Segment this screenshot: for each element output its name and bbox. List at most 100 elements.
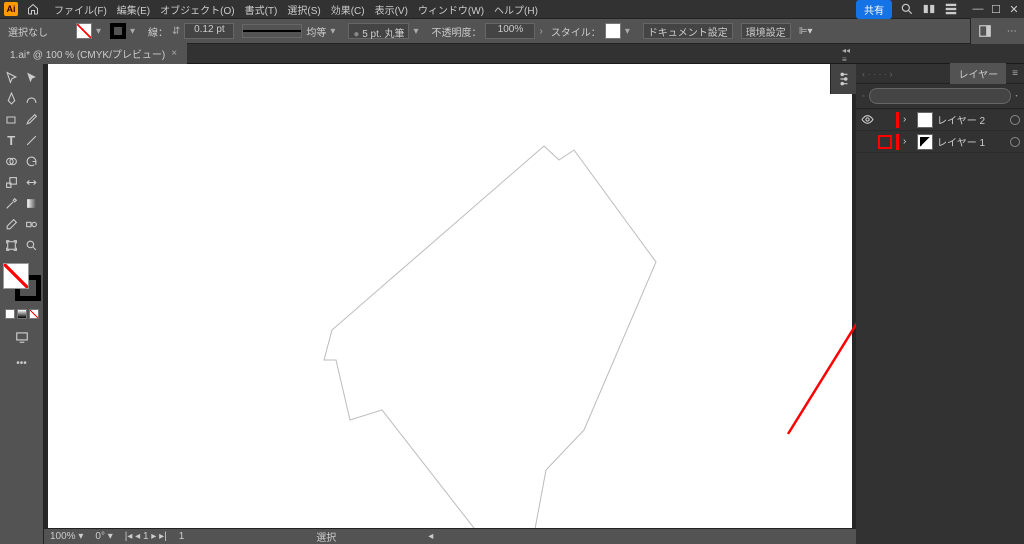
minimize-icon[interactable]: — [972, 3, 984, 15]
menu-type[interactable]: 書式(T) [245, 2, 278, 17]
menu-edit[interactable]: 編集(E) [117, 2, 150, 17]
menu-view[interactable]: 表示(V) [375, 2, 408, 17]
stepper-icon[interactable]: ⇵ [172, 26, 180, 37]
color-mode-none[interactable] [29, 309, 39, 319]
menu-effect[interactable]: 効果(C) [331, 2, 365, 17]
edit-toolbar-button[interactable]: ••• [5, 354, 39, 373]
color-mode-row [5, 309, 39, 319]
brush-select[interactable]: ● 5 pt. 丸筆 [348, 23, 409, 39]
target-icon[interactable] [1010, 115, 1020, 125]
paintbrush-tool[interactable] [23, 110, 42, 129]
color-mode-gradient[interactable] [17, 309, 27, 319]
fill-color-icon[interactable] [3, 263, 29, 289]
screen-mode-tool[interactable] [12, 327, 31, 346]
chevron-down-icon[interactable]: ▾ [330, 26, 340, 37]
chevron-down-icon[interactable]: ▾ [413, 26, 423, 37]
artboard-tool[interactable] [2, 236, 21, 255]
search-icon[interactable] [900, 2, 914, 16]
scale-tool[interactable] [2, 173, 21, 192]
rotate-value[interactable]: 0° ▾ [95, 531, 112, 542]
fill-swatch[interactable] [76, 23, 92, 39]
layer-thumbnail [917, 134, 933, 150]
workspace-icon[interactable] [944, 2, 958, 16]
window-controls: — ☐ ✕ [972, 3, 1020, 15]
chevron-right-icon[interactable]: › [539, 26, 542, 37]
curvature-tool[interactable] [23, 89, 42, 108]
lock-toggle[interactable] [878, 135, 892, 149]
tools-panel: T ••• [0, 64, 44, 544]
visibility-toggle-icon[interactable] [860, 135, 874, 149]
line-tool[interactable] [23, 131, 42, 150]
share-button[interactable]: 共有 [856, 0, 892, 19]
layers-tab[interactable]: レイヤー [950, 63, 1006, 84]
stroke-profile[interactable] [242, 24, 302, 38]
stroke-swatch[interactable] [110, 23, 126, 39]
zoom-level[interactable]: 100% ▾ [50, 531, 83, 542]
rectangle-tool[interactable] [2, 110, 21, 129]
layer-name[interactable]: レイヤー 1 [937, 134, 1006, 149]
gradient-tool[interactable] [23, 194, 42, 213]
scrollbar-left-icon[interactable]: ◂ [428, 531, 433, 542]
app-logo-icon: Ai [4, 2, 18, 16]
panel-menu-icon[interactable]: ≡ [1012, 68, 1018, 79]
chevron-down-icon[interactable]: ▾ [625, 26, 635, 37]
shape-builder-tool[interactable] [2, 152, 21, 171]
rotate-tool[interactable] [23, 152, 42, 171]
lock-toggle[interactable] [878, 113, 892, 127]
tab-close-icon[interactable]: × [171, 48, 177, 59]
current-tool-label: 選択 [316, 529, 336, 544]
canvas-area: 100% ▾ 0° ▾ |◂ ◂ 1 ▸ ▸| 1 選択 ◂ [44, 64, 856, 544]
preferences-button[interactable]: 環境設定 [741, 23, 791, 39]
stroke-weight-input[interactable]: 0.12 pt [184, 23, 234, 39]
eyedropper-tool[interactable] [2, 194, 21, 213]
filter-icon[interactable] [1015, 90, 1018, 102]
document-setup-button[interactable]: ドキュメント設定 [643, 23, 733, 39]
selection-tool[interactable] [2, 68, 21, 87]
artboard-nav[interactable]: |◂ ◂ 1 ▸ ▸| [125, 531, 167, 542]
menu-object[interactable]: オブジェクト(O) [160, 2, 234, 17]
style-swatch[interactable] [605, 23, 621, 39]
blend-tool[interactable] [23, 215, 42, 234]
direct-selection-tool[interactable] [23, 68, 42, 87]
more-icon[interactable]: ⋯ [1007, 26, 1017, 37]
zoom-tool[interactable] [23, 236, 42, 255]
visibility-toggle-icon[interactable] [860, 113, 874, 127]
menu-select[interactable]: 選択(S) [287, 2, 320, 17]
align-icon[interactable]: ⊫▾ [799, 26, 813, 37]
opacity-input[interactable]: 100% [485, 23, 535, 39]
panel-collapse-icon[interactable]: ◂◂ ≡ [842, 48, 856, 62]
fill-stroke-control[interactable] [3, 263, 41, 301]
expand-icon[interactable]: › [903, 136, 913, 147]
chevron-down-icon[interactable]: ▾ [96, 26, 106, 37]
width-tool[interactable] [23, 173, 42, 192]
type-tool[interactable]: T [2, 131, 21, 150]
arrange-icon[interactable] [922, 2, 936, 16]
close-icon[interactable]: ✕ [1008, 3, 1020, 15]
home-icon[interactable] [26, 2, 40, 16]
layer-row[interactable]: › レイヤー 2 [856, 109, 1024, 131]
properties-panel-icon[interactable] [835, 70, 853, 88]
pen-tool[interactable] [2, 89, 21, 108]
target-icon[interactable] [1010, 137, 1020, 147]
chevron-down-icon[interactable]: ▾ [130, 26, 140, 37]
menu-file[interactable]: ファイル(F) [54, 2, 107, 17]
menu-help[interactable]: ヘルプ(H) [494, 2, 538, 17]
color-mode-solid[interactable] [5, 309, 15, 319]
layer-search-input[interactable] [869, 88, 1011, 104]
drawn-path[interactable] [284, 142, 664, 544]
artboard[interactable] [48, 64, 852, 528]
panel-prev-icon[interactable]: ‹ · · · · › [862, 69, 893, 79]
document-tab[interactable]: 1.ai* @ 100 % (CMYK/プレビュー) × [0, 43, 187, 64]
layer-color-bar [896, 112, 899, 128]
selection-status: 選択なし [8, 24, 48, 39]
panel-toggle-icon[interactable] [978, 24, 992, 38]
layer-name[interactable]: レイヤー 2 [937, 112, 1006, 127]
document-tab-bar: 1.ai* @ 100 % (CMYK/プレビュー) × [0, 44, 1024, 64]
stroke-label: 線： [148, 24, 168, 39]
layer-row[interactable]: › レイヤー 1 [856, 131, 1024, 153]
expand-icon[interactable]: › [903, 114, 913, 125]
menu-window[interactable]: ウィンドウ(W) [418, 2, 484, 17]
maximize-icon[interactable]: ☐ [990, 3, 1002, 15]
eraser-tool[interactable] [2, 215, 21, 234]
search-icon [862, 90, 865, 102]
